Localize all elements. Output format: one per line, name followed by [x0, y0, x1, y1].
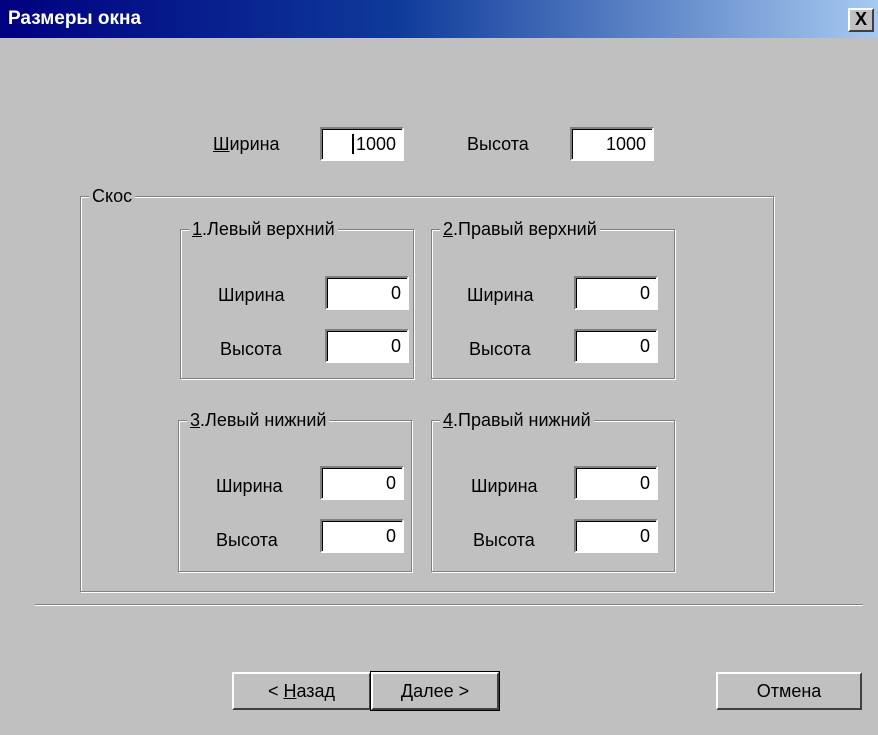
bottom-right-height-label: Высота [473, 530, 535, 550]
bottom-left-height-input[interactable]: 0 [320, 519, 404, 553]
bottom-left-width-input[interactable]: 0 [320, 466, 404, 500]
bottom-left-height-label: Высота [216, 530, 278, 550]
bottom-right-width-label: Ширина [471, 476, 538, 496]
window-title: Размеры окна [8, 8, 142, 29]
top-right-group-title: 2.Правый верхний [440, 218, 600, 240]
top-left-width-label: Ширина [218, 285, 285, 305]
text-caret [352, 134, 354, 154]
bottom-right-width-input[interactable]: 0 [574, 466, 658, 500]
main-height-input[interactable]: 1000 [570, 127, 654, 161]
top-right-width-input[interactable]: 0 [574, 276, 658, 310]
main-width-label: Ширина [213, 134, 280, 154]
back-button[interactable]: < Назад [232, 672, 371, 710]
bottom-right-group-title: 4.Правый нижний [440, 409, 594, 431]
top-right-width-label: Ширина [467, 285, 534, 305]
top-left-height-label: Высота [220, 339, 282, 359]
next-button[interactable]: Далее > [370, 671, 500, 711]
main-height-label: Высота [467, 134, 529, 154]
close-button[interactable]: X [848, 8, 874, 32]
bottom-left-group-title: 3.Левый нижний [187, 409, 330, 431]
close-icon: X [854, 9, 867, 29]
title-bar: Размеры окна X [0, 0, 878, 38]
bottom-left-width-label: Ширина [216, 476, 283, 496]
top-left-group-title: 1.Левый верхний [189, 218, 338, 240]
top-right-height-input[interactable]: 0 [574, 329, 658, 363]
separator-line [35, 604, 863, 606]
cancel-button[interactable]: Отмена [716, 672, 862, 710]
top-right-height-label: Высота [469, 339, 531, 359]
top-left-height-input[interactable]: 0 [325, 329, 409, 363]
top-left-width-input[interactable]: 0 [325, 276, 409, 310]
main-width-input[interactable]: 1000 [320, 127, 404, 161]
bevel-group-title: Скос [89, 185, 136, 207]
bottom-right-height-input[interactable]: 0 [574, 519, 658, 553]
